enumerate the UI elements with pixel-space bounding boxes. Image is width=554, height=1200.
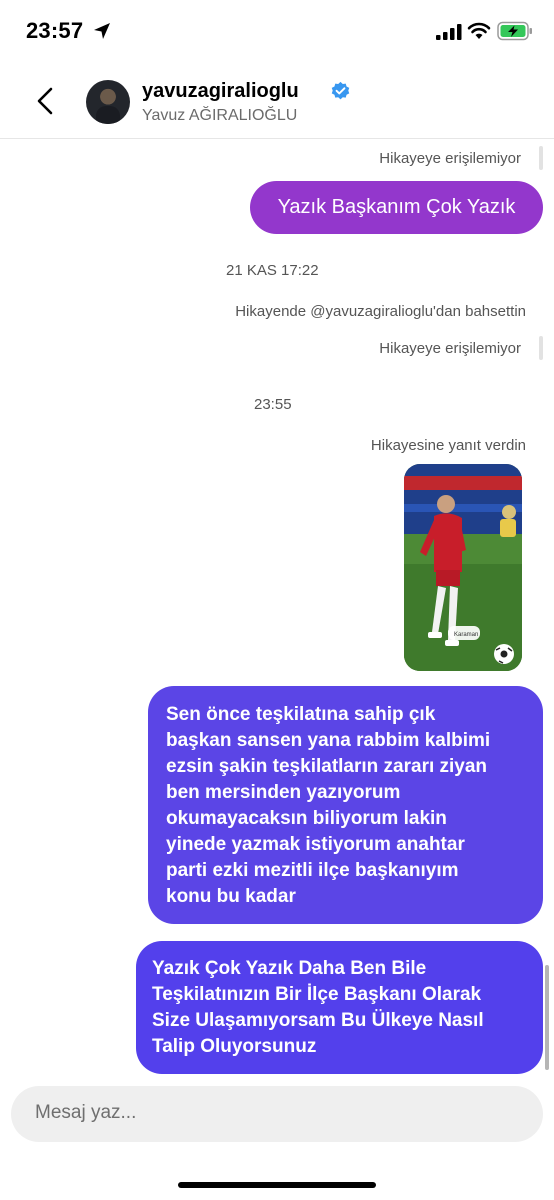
header-divider — [0, 138, 554, 139]
message-bubble[interactable]: Yazık Başkanım Çok Yazık — [250, 181, 543, 234]
battery-charging-icon — [497, 21, 532, 41]
chat-username[interactable]: yavuzagiralioglu — [142, 80, 299, 103]
message-bubble[interactable]: Sen önce teşkilatına sahip çık başkan sa… — [148, 686, 543, 924]
location-arrow-icon — [94, 23, 110, 39]
message-bubble[interactable]: Yazık Çok Yazık Daha Ben Bile Teşkilatın… — [136, 941, 543, 1074]
verified-badge-icon — [331, 81, 350, 100]
message-line: konu bu kadar — [166, 886, 296, 907]
message-line: başkan sansen yana rabbim kalbimi — [166, 730, 491, 751]
message-line: Teşkilatınızın Bir İlçe Başkanı Olarak — [152, 984, 482, 1005]
status-time: 23:57 — [26, 18, 84, 43]
story-mention-note: Hikayende @yavuzagiralioglu'dan bahsetti… — [235, 303, 526, 320]
message-input-placeholder: Mesaj yaz... — [35, 1102, 137, 1123]
story-reply-indicator — [539, 336, 543, 360]
story-reply-indicator — [539, 146, 543, 170]
message-line: ben mersinden yazıyorum — [166, 782, 401, 803]
scrollbar[interactable] — [545, 965, 549, 1070]
story-reply-note: Hikayesine yanıt verdin — [370, 437, 526, 454]
message-line: yinede yazmak istiyorum anahtar — [166, 834, 465, 855]
message-line: parti ezki mezitli ilçe başkanıyım — [166, 860, 459, 881]
wifi-icon — [467, 22, 491, 39]
photo-location-tag: Karaman — [454, 632, 478, 638]
timestamp: 23:55 — [254, 396, 292, 413]
message-line: okumayacaksın biliyorum lakin — [166, 808, 447, 829]
story-unavailable-note: Hikayeye erişilemiyor — [379, 150, 521, 167]
home-indicator — [178, 1182, 376, 1188]
avatar[interactable] — [86, 80, 130, 124]
message-line: Sen önce teşkilatına sahip çık — [166, 704, 436, 725]
message-line: Talip Oluyorsunuz — [152, 1036, 317, 1057]
back-chevron-icon[interactable] — [34, 86, 56, 116]
timestamp: 21 KAS 17:22 — [226, 262, 319, 279]
message-line: Size Ulaşamıyorsam Bu Ülkeye Nasıl — [152, 1010, 484, 1031]
story-photo-thumbnail[interactable]: Karaman — [404, 464, 522, 671]
story-unavailable-note: Hikayeye erişilemiyor — [379, 340, 521, 357]
chat-full-name: Yavuz AĞIRALIOĞLU — [142, 107, 298, 124]
message-line: Yazık Çok Yazık Daha Ben Bile — [152, 958, 427, 979]
cellular-signal-icon — [436, 24, 462, 40]
message-line: ezsin şakin teşkilatların zararı ziyan — [166, 756, 488, 777]
